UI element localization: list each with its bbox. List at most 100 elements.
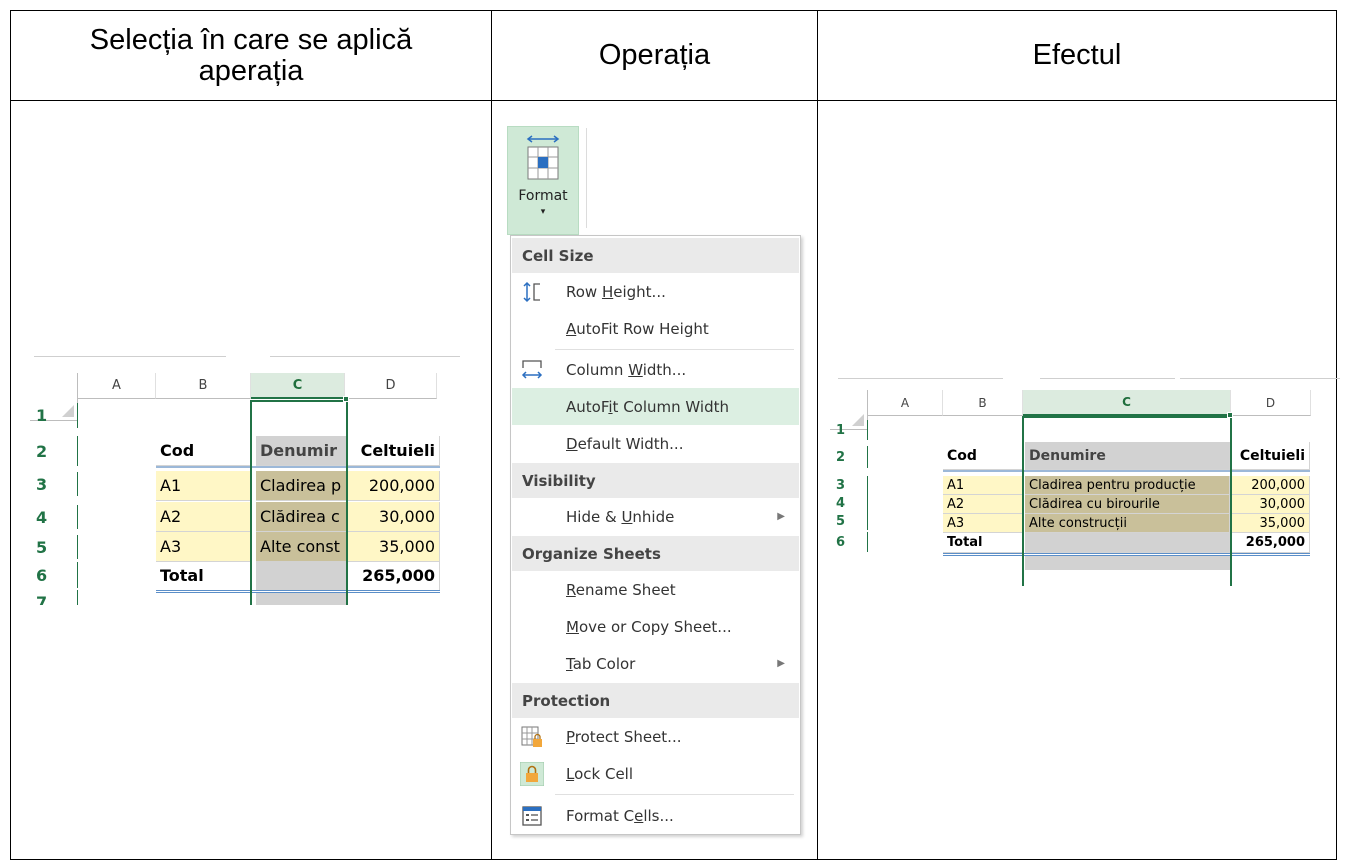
row-header-2[interactable]: 2 <box>30 436 78 466</box>
column-c-selection <box>1022 416 1232 586</box>
cell-d2[interactable]: Celtuieli <box>1230 442 1310 470</box>
chevron-right-icon: ▶ <box>777 511 785 522</box>
menu-label-hide-unhide: Hide & Unhide <box>566 507 675 526</box>
menu-label-autofit-column-width: AutoFit Column Width <box>566 397 729 416</box>
menu-label-move-copy-sheet: Move or Copy Sheet... <box>566 617 732 636</box>
column-header-c[interactable]: C <box>251 373 345 399</box>
cell-d6[interactable]: 265,000 <box>348 561 440 591</box>
formula-bar-edge <box>270 356 460 357</box>
menu-item-hide-unhide[interactable]: Hide & Unhide ▶ <box>512 498 799 535</box>
cell-b4[interactable]: A2 <box>156 502 251 532</box>
format-ribbon-button[interactable]: Format ▾ <box>507 126 579 235</box>
menu-item-move-copy-sheet[interactable]: Move or Copy Sheet... <box>512 608 799 645</box>
menu-item-default-width[interactable]: Default Width... <box>512 425 799 462</box>
formula-bar-edge <box>1180 378 1340 379</box>
row-header-3[interactable]: 3 <box>830 476 868 494</box>
column-width-icon <box>521 360 543 379</box>
menu-label-rename-sheet: Rename Sheet <box>566 580 676 599</box>
row-header-6[interactable]: 6 <box>30 562 78 588</box>
menu-item-autofit-row-height[interactable]: AutoFit Row Height <box>512 310 799 347</box>
menu-item-protect-sheet[interactable]: Protect Sheet... <box>512 718 799 755</box>
column-c-selection <box>250 400 348 605</box>
header-operation: Operația <box>598 39 711 71</box>
protect-sheet-icon <box>521 726 542 747</box>
cell-d6[interactable]: 265,000 <box>1230 533 1310 553</box>
cell-b6[interactable]: Total <box>156 561 251 591</box>
format-icon <box>526 135 560 180</box>
cell-b6[interactable]: Total <box>943 533 1023 553</box>
row-header-2[interactable]: 2 <box>830 446 868 468</box>
menu-label-tab-color: Tab Color <box>566 654 636 673</box>
menu-label-protect-sheet: Protect Sheet... <box>566 727 682 746</box>
cell-d2[interactable]: Celtuieli <box>348 436 440 466</box>
fill-handle[interactable] <box>343 396 349 402</box>
menu-label-lock-cell: Lock Cell <box>566 764 634 783</box>
format-dropdown-menu: Cell Size Row Height... AutoFit Row Heig… <box>510 235 801 835</box>
section-organize-sheets: Organize Sheets <box>512 536 799 571</box>
cell-b4[interactable]: A2 <box>943 495 1023 514</box>
column-header-a[interactable]: A <box>868 390 943 416</box>
column-divider <box>817 11 818 859</box>
cell-b2[interactable]: Cod <box>156 436 251 466</box>
row-header-7[interactable]: 7 <box>30 590 78 605</box>
section-cell-size: Cell Size <box>512 238 799 273</box>
menu-item-lock-cell[interactable]: Lock Cell <box>512 755 799 792</box>
column-header-b[interactable]: B <box>156 373 251 399</box>
menu-label-column-width: Column Width... <box>566 360 687 379</box>
row-header-5[interactable]: 5 <box>830 512 868 530</box>
menu-item-rename-sheet[interactable]: Rename Sheet <box>512 571 799 608</box>
cell-d5[interactable]: 35,000 <box>1230 514 1310 533</box>
formula-bar-edge <box>1040 378 1175 379</box>
cell-b3[interactable]: A1 <box>943 476 1023 495</box>
menu-item-autofit-column-width[interactable]: AutoFit Column Width <box>512 388 799 425</box>
fill-handle[interactable] <box>1227 412 1233 418</box>
row-header-6[interactable]: 6 <box>830 532 868 552</box>
cell-b5[interactable]: A3 <box>156 532 251 562</box>
cell-d5[interactable]: 35,000 <box>348 532 440 562</box>
section-protection: Protection <box>512 683 799 718</box>
menu-label-format-cells: Format Cells... <box>566 806 674 825</box>
column-header-b[interactable]: B <box>943 390 1023 416</box>
formula-bar-edge <box>838 378 1003 379</box>
formula-bar-edge <box>34 356 226 357</box>
row-header-1[interactable]: 1 <box>30 403 78 428</box>
before-sheet: A B C D 1 2 3 4 5 6 7 Cod Denumir Celtui… <box>30 350 500 605</box>
header-effect: Efectul <box>1032 39 1122 71</box>
row-header-3[interactable]: 3 <box>30 472 78 496</box>
column-header-c[interactable]: C <box>1023 390 1231 416</box>
row-height-icon <box>523 281 540 303</box>
menu-item-format-cells[interactable]: Format Cells... <box>512 797 799 834</box>
lock-icon <box>520 762 544 786</box>
ribbon-separator <box>586 128 587 228</box>
format-cells-icon <box>522 806 542 826</box>
column-header-d[interactable]: D <box>1231 390 1311 416</box>
cell-d3[interactable]: 200,000 <box>1230 476 1310 495</box>
menu-item-tab-color[interactable]: Tab Color ▶ <box>512 645 799 682</box>
row-header-5[interactable]: 5 <box>30 535 78 559</box>
format-label: Format <box>518 188 568 204</box>
cell-d4[interactable]: 30,000 <box>348 502 440 532</box>
section-visibility: Visibility <box>512 463 799 498</box>
row-header-4[interactable]: 4 <box>30 505 78 529</box>
cell-d4[interactable]: 30,000 <box>1230 495 1310 514</box>
header-divider <box>11 100 1336 101</box>
menu-label-default-width: Default Width... <box>566 434 684 453</box>
cell-b2[interactable]: Cod <box>943 442 1023 470</box>
column-header-a[interactable]: A <box>78 373 156 399</box>
menu-item-column-width[interactable]: Column Width... <box>512 351 799 388</box>
after-sheet: A B C D 1 2 3 4 5 6 Cod Denumire Celtuie… <box>830 372 1345 594</box>
header-selection: Selecția în care se aplică aperația <box>89 23 413 87</box>
chevron-down-icon: ▾ <box>540 206 546 216</box>
chevron-right-icon: ▶ <box>777 658 785 669</box>
menu-item-row-height[interactable]: Row Height... <box>512 273 799 310</box>
row-header-4[interactable]: 4 <box>830 494 868 512</box>
cell-d3[interactable]: 200,000 <box>348 471 440 501</box>
cell-b3[interactable]: A1 <box>156 471 251 501</box>
row-header-1[interactable]: 1 <box>830 420 868 440</box>
menu-label-row-height: Row Height... <box>566 282 666 301</box>
menu-label-autofit-row-height: AutoFit Row Height <box>566 319 709 338</box>
cell-b5[interactable]: A3 <box>943 514 1023 533</box>
column-header-d[interactable]: D <box>345 373 437 399</box>
menu-divider <box>555 794 794 795</box>
menu-divider <box>555 349 794 350</box>
